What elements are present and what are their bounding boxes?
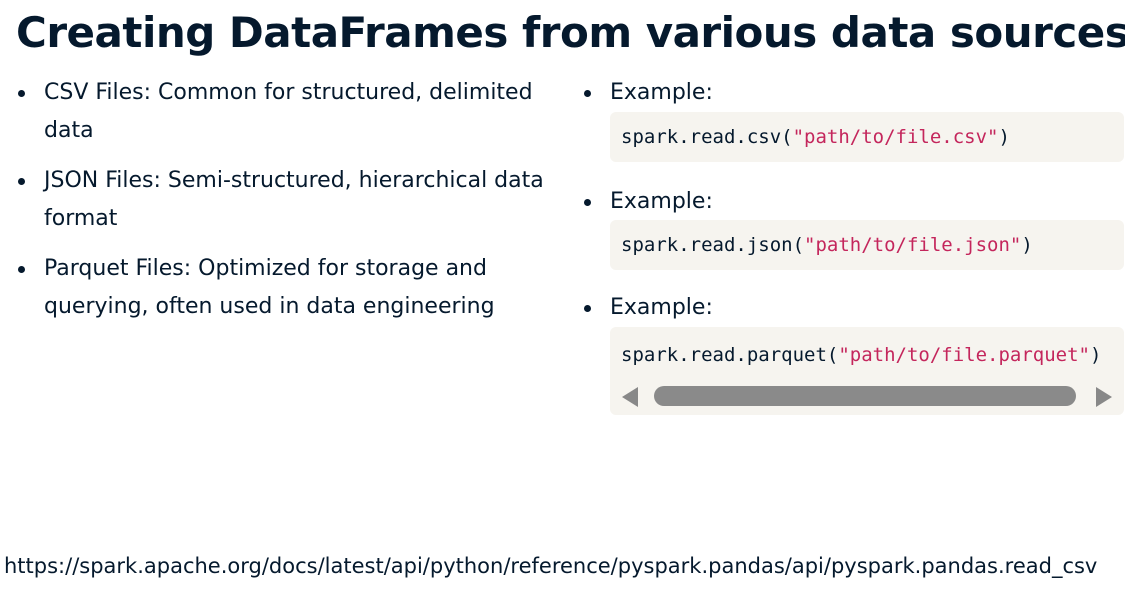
scroll-right-arrow-icon[interactable] xyxy=(1096,387,1112,407)
bullet-dot-icon xyxy=(18,178,25,185)
scrollbar-thumb[interactable] xyxy=(654,386,1076,406)
example-parquet: Example: spark.read.parquet("path/to/fil… xyxy=(580,289,1125,415)
bullet-dot-icon xyxy=(584,199,591,206)
slide-title: Creating DataFrames from various data so… xyxy=(16,8,1125,57)
bullet-text: JSON Files: Semi-structured, hierarchica… xyxy=(44,168,544,231)
bullet-dot-icon xyxy=(18,90,25,97)
example-label: Example: xyxy=(610,80,713,105)
bullet-item-json: JSON Files: Semi-structured, hierarchica… xyxy=(14,162,544,238)
code-string: "path/to/file.json" xyxy=(804,234,1022,256)
scroll-left-arrow-icon[interactable] xyxy=(622,387,638,407)
code-suffix: ) xyxy=(1090,344,1102,366)
code-block-json: spark.read.json("path/to/file.json") xyxy=(610,220,1124,270)
code-suffix: ) xyxy=(1021,234,1033,256)
bullet-dot-icon xyxy=(18,266,25,273)
bullet-item-parquet: Parquet Files: Optimized for storage and… xyxy=(14,250,544,326)
bullet-text: Parquet Files: Optimized for storage and… xyxy=(44,256,495,319)
horizontal-scrollbar[interactable] xyxy=(610,379,1124,415)
code-prefix: spark.read.json( xyxy=(621,234,805,256)
code-string: "path/to/file.csv" xyxy=(792,126,999,148)
example-label-row: Example: xyxy=(580,289,1125,327)
source-link[interactable]: https://spark.apache.org/docs/latest/api… xyxy=(4,554,1097,578)
example-label: Example: xyxy=(610,189,713,214)
bullet-list-left: CSV Files: Common for structured, delimi… xyxy=(14,74,544,338)
bullet-text: CSV Files: Common for structured, delimi… xyxy=(44,80,533,143)
code-suffix: ) xyxy=(998,126,1010,148)
example-label: Example: xyxy=(610,295,713,320)
bullet-dot-icon xyxy=(584,90,591,97)
bullet-item-csv: CSV Files: Common for structured, delimi… xyxy=(14,74,544,150)
code-block-csv: spark.read.csv("path/to/file.csv") xyxy=(610,112,1124,162)
code-string: "path/to/file.parquet" xyxy=(838,344,1091,366)
code-block-parquet[interactable]: spark.read.parquet("path/to/file.parquet… xyxy=(610,327,1124,379)
example-json: Example: spark.read.json("path/to/file.j… xyxy=(580,183,1125,270)
example-label-row: Example: xyxy=(580,74,1125,112)
code-prefix: spark.read.csv( xyxy=(621,126,793,148)
example-label-row: Example: xyxy=(580,183,1125,221)
code-prefix: spark.read.parquet( xyxy=(621,344,839,366)
bullet-dot-icon xyxy=(584,305,591,312)
example-csv: Example: spark.read.csv("path/to/file.cs… xyxy=(580,74,1125,162)
